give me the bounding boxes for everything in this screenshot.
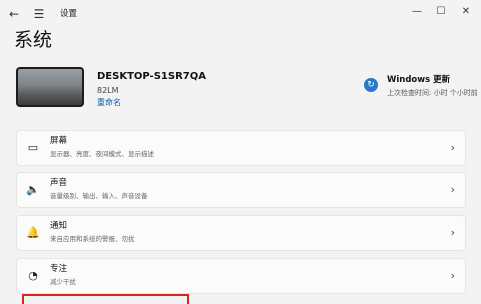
chevron-right-icon: › bbox=[450, 183, 455, 196]
back-arrow-icon[interactable]: ← bbox=[6, 6, 22, 22]
settings-item-subtitle: 减少干扰 bbox=[50, 278, 76, 286]
wallpaper-image bbox=[18, 69, 82, 105]
chevron-right-icon: › bbox=[450, 141, 455, 154]
settings-item-subtitle: 显示器、亮度、夜间模式、显示描述 bbox=[50, 150, 154, 158]
chevron-right-icon: › bbox=[450, 226, 455, 239]
settings-item-title: 屏幕 bbox=[50, 136, 68, 146]
settings-item-notifications[interactable]: 🔔 通知 来自应用和系统的警报、勿扰 › bbox=[16, 215, 466, 251]
settings-item-display[interactable]: ▭ 屏幕 显示器、亮度、夜间模式、显示描述 › bbox=[16, 130, 466, 166]
page-title: 系统 bbox=[14, 29, 53, 51]
title-bar: ← ☰ 设置 — ☐ ✕ bbox=[0, 0, 481, 28]
device-model: 82LM bbox=[97, 86, 119, 95]
settings-item-focus[interactable]: ◔ 专注 减少干扰 › bbox=[16, 258, 466, 294]
bell-icon: 🔔 bbox=[26, 226, 40, 239]
device-wallpaper-thumbnail bbox=[16, 67, 84, 107]
windows-update-status: 上次检查时间: 小时 个小时前 bbox=[387, 89, 478, 97]
device-name: DESKTOP-S1SR7QA bbox=[97, 71, 206, 82]
windows-update-icon[interactable]: ↻ bbox=[364, 78, 378, 92]
settings-item-title: 声音 bbox=[50, 178, 68, 188]
settings-item-subtitle: 来自应用和系统的警报、勿扰 bbox=[50, 235, 135, 243]
red-highlight-box bbox=[22, 294, 189, 304]
windows-update-title[interactable]: Windows 更新 bbox=[387, 74, 450, 86]
settings-window: ← ☰ 设置 — ☐ ✕ 系统 DESKTOP-S1SR7QA 82LM 重命名… bbox=[0, 0, 481, 304]
hamburger-menu-icon[interactable]: ☰ bbox=[31, 6, 47, 22]
display-icon: ▭ bbox=[27, 141, 39, 154]
close-button[interactable]: ✕ bbox=[453, 2, 479, 22]
window-title: 设置 bbox=[60, 9, 78, 19]
minimize-button[interactable]: — bbox=[404, 2, 430, 22]
settings-item-sound[interactable]: 🔈 声音 音量级别、输出、输入、声音设备 › bbox=[16, 172, 466, 208]
settings-item-subtitle: 音量级别、输出、输入、声音设备 bbox=[50, 192, 148, 200]
chevron-right-icon: › bbox=[450, 269, 455, 282]
focus-icon: ◔ bbox=[28, 269, 38, 282]
rename-link[interactable]: 重命名 bbox=[97, 97, 121, 109]
settings-item-title: 专注 bbox=[50, 264, 68, 274]
settings-item-title: 通知 bbox=[50, 221, 68, 231]
maximize-button[interactable]: ☐ bbox=[428, 2, 454, 22]
speaker-icon: 🔈 bbox=[26, 183, 40, 196]
